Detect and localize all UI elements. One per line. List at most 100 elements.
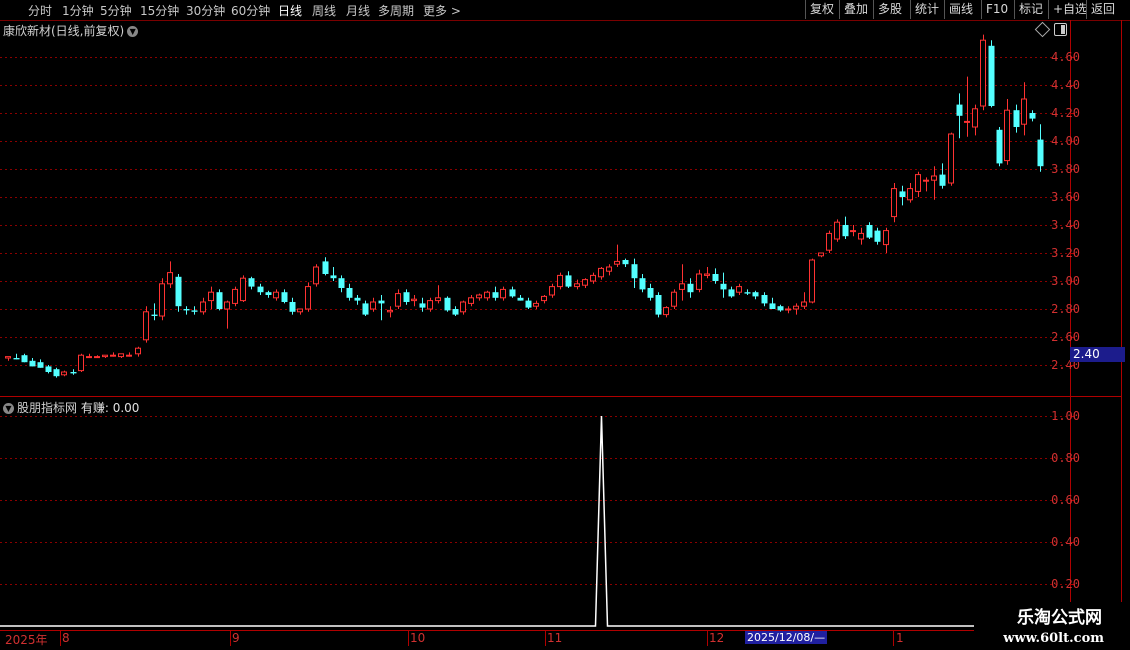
candle [86, 353, 92, 359]
candlestick-series [5, 34, 1044, 378]
candle-body [21, 355, 28, 363]
candle [834, 219, 840, 242]
side-info-strip[interactable] [1121, 20, 1130, 630]
candle-body [53, 369, 60, 377]
candle-body [509, 289, 516, 297]
candle-body [208, 291, 214, 302]
candle [582, 278, 588, 288]
candle [232, 286, 238, 307]
candle-body [923, 179, 929, 182]
candle [403, 289, 410, 305]
candle-body [891, 188, 897, 218]
candle [5, 356, 11, 361]
candle [362, 300, 369, 316]
candle-body [777, 306, 784, 311]
candle [435, 285, 441, 304]
candle [818, 252, 824, 258]
candle [257, 283, 264, 295]
candle [517, 295, 524, 301]
candle-body [346, 288, 353, 298]
candle [492, 286, 499, 301]
candle-body [850, 230, 856, 233]
candle-body [752, 292, 759, 297]
candle-body [110, 354, 116, 357]
candle-body [809, 259, 815, 303]
candle [923, 177, 929, 192]
current-price-tag: 2.40 [1070, 347, 1125, 362]
candle [704, 267, 710, 279]
candle-body [687, 283, 694, 293]
candle-body [94, 356, 100, 359]
candle [509, 286, 516, 298]
price-tick: 3.40 [1051, 218, 1080, 232]
candle-body [866, 225, 873, 238]
candle-body [322, 261, 329, 274]
candle [915, 171, 921, 197]
candle-body [972, 108, 978, 128]
candle-body [159, 283, 165, 317]
candle-body [191, 310, 198, 312]
candle-body [297, 308, 303, 313]
price-tick: 3.60 [1051, 190, 1080, 204]
candle-body [248, 278, 255, 287]
candle-body [1029, 113, 1036, 119]
candle [988, 40, 995, 108]
candle-body [582, 279, 588, 286]
candle-body [240, 277, 246, 302]
candle-body [289, 302, 296, 312]
time-label: 10 [410, 631, 426, 645]
candle [1013, 104, 1020, 133]
candle [549, 283, 555, 298]
candle [801, 292, 807, 309]
candle-body [712, 274, 719, 281]
candle-body [362, 303, 369, 315]
candle [712, 268, 719, 284]
kline-chart[interactable] [0, 0, 1130, 650]
candle [281, 289, 288, 304]
candle [687, 278, 694, 298]
candle-body [761, 295, 768, 304]
candle-body [557, 274, 563, 288]
candle-body [13, 358, 20, 360]
candle-body [663, 307, 669, 316]
candle [183, 306, 190, 315]
candle [736, 283, 742, 295]
candle-body [858, 232, 864, 240]
candle [696, 269, 702, 293]
cursor-date-tag: 2025/12/08/— [745, 631, 828, 644]
candle-body [996, 129, 1003, 164]
candle-body [45, 366, 52, 372]
candle [980, 34, 986, 111]
candle [13, 353, 20, 360]
indicator-tick: 0.60 [1051, 493, 1080, 507]
candle [452, 306, 459, 316]
candle [939, 163, 946, 189]
candle-body [232, 288, 238, 304]
candle-body [939, 174, 946, 186]
time-label: 11 [547, 631, 563, 645]
candle [769, 297, 776, 309]
candle [956, 93, 963, 139]
watermark-title: 乐淘公式网 [1017, 608, 1102, 628]
candle-body [793, 305, 799, 310]
time-label: 8 [62, 631, 70, 645]
candle-body [468, 297, 474, 304]
candle-body [5, 356, 11, 359]
candle-body [29, 360, 36, 367]
watermark: 乐淘公式网 www.60lt.com [974, 602, 1130, 650]
candle-body [419, 303, 426, 308]
candle [793, 303, 799, 315]
indicator-tick: 0.80 [1051, 451, 1080, 465]
candle-body [387, 309, 393, 313]
candle [663, 306, 669, 318]
candle [826, 230, 832, 253]
candle [248, 276, 255, 290]
candle-body [606, 266, 612, 272]
candle [525, 297, 532, 309]
candle-body [452, 309, 459, 315]
candle-body [435, 297, 441, 302]
candle [899, 185, 906, 206]
candle [728, 286, 735, 298]
candle-body [631, 264, 638, 279]
candle [297, 308, 303, 315]
